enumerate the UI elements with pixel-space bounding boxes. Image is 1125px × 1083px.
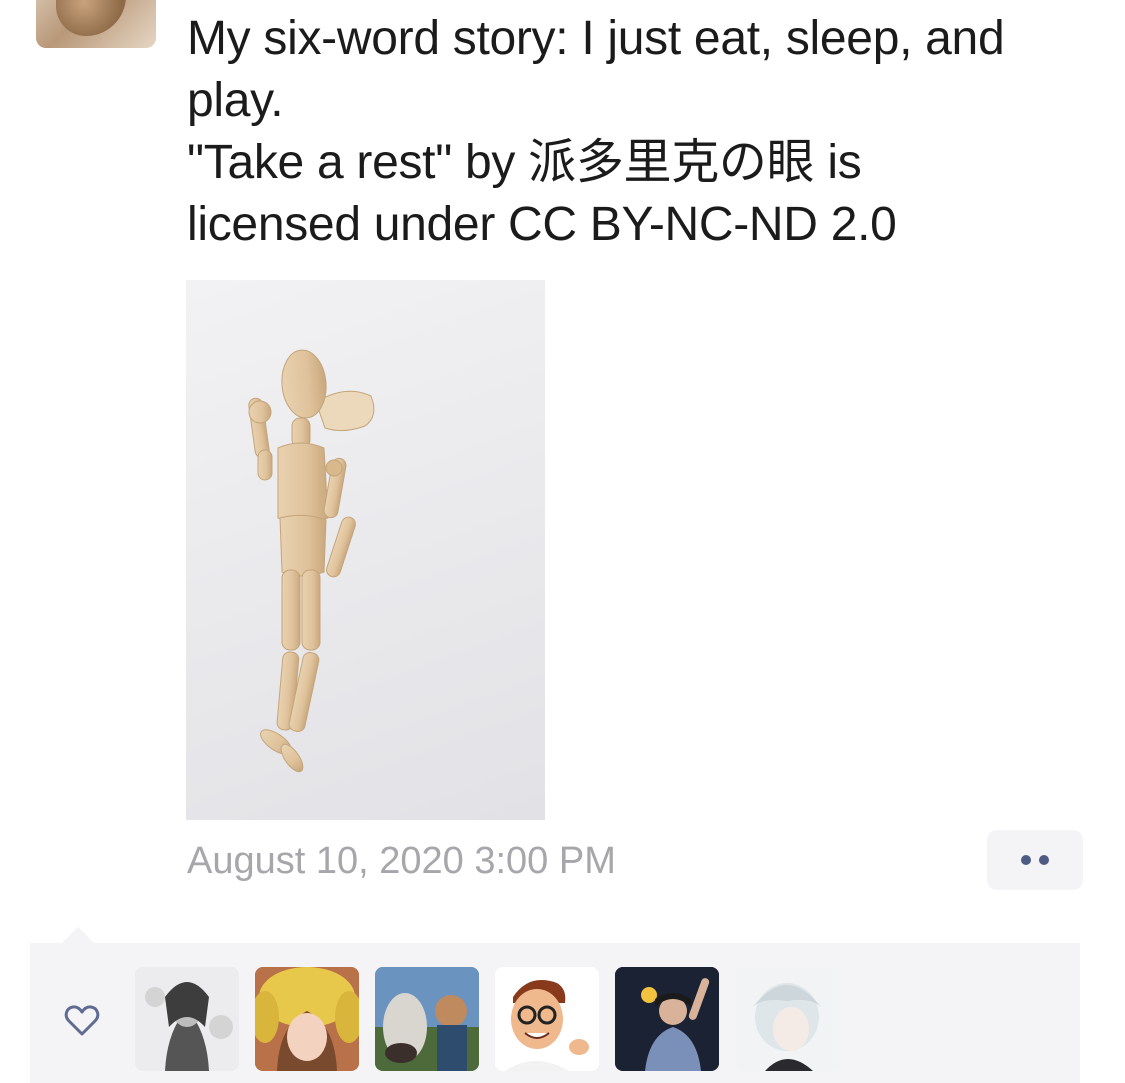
liker-avatar-1[interactable] xyxy=(135,967,239,1071)
post-line-2: play. xyxy=(187,74,284,127)
liker-avatar-5[interactable] xyxy=(615,967,719,1071)
post-text: My six-word story: I just eat, sleep, an… xyxy=(187,8,1092,256)
liker-avatar-6[interactable] xyxy=(735,967,839,1071)
post-line-4: licensed under CC BY-NC-ND 2.0 xyxy=(187,198,897,251)
liker-avatar-3[interactable] xyxy=(375,967,479,1071)
concert-performer xyxy=(615,967,719,1071)
liker-avatar-2[interactable] xyxy=(255,967,359,1071)
more-dots-icon-2 xyxy=(1039,855,1049,865)
anime-girl-sketch xyxy=(135,967,239,1071)
heart-outline-icon[interactable] xyxy=(62,1000,102,1040)
post-line-3: "Take a rest" by 派多里克の眼 is xyxy=(187,136,862,189)
more-options-button[interactable] xyxy=(987,830,1083,890)
likes-panel-pointer xyxy=(62,927,94,943)
author-avatar[interactable] xyxy=(36,0,156,48)
post-line-1: My six-word story: I just eat, sleep, an… xyxy=(187,12,1005,65)
post-timestamp: August 10, 2020 3:00 PM xyxy=(187,840,616,882)
wooden-mannequin-figure xyxy=(248,349,375,773)
cat-photo xyxy=(56,0,126,36)
girl-yellow-hood xyxy=(255,967,359,1071)
bitmoji-glasses-man xyxy=(495,967,599,1071)
anime-boy-white-hair xyxy=(735,967,839,1071)
liker-avatar-4[interactable] xyxy=(495,967,599,1071)
cartoon-horse-scene xyxy=(375,967,479,1071)
more-dots-icon xyxy=(1021,855,1031,865)
post-photo[interactable] xyxy=(186,280,545,820)
